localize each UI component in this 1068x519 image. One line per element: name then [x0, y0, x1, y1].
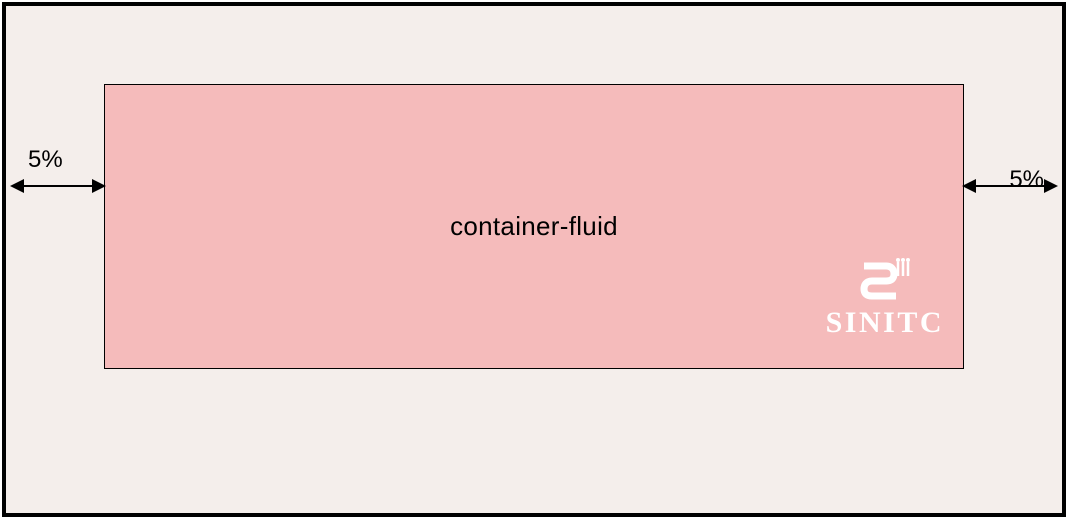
- arrowhead-right-icon: [92, 179, 106, 193]
- arrowhead-right-icon: [1044, 179, 1058, 193]
- arrow-line: [964, 185, 1056, 187]
- watermark-text: SINITC: [826, 306, 944, 340]
- arrowhead-left-icon: [962, 179, 976, 193]
- arrow-right-icon: [964, 174, 1056, 214]
- logo-icon: [854, 258, 916, 304]
- arrowhead-left-icon: [10, 179, 24, 193]
- arrow-line: [12, 185, 104, 187]
- watermark-logo: SINITC: [826, 258, 944, 340]
- container-label: container-fluid: [450, 211, 618, 242]
- margin-left-label: 5%: [28, 146, 63, 174]
- outer-frame: container-fluid 5% 5% SINITC: [2, 2, 1066, 517]
- arrow-left-icon: [12, 174, 104, 214]
